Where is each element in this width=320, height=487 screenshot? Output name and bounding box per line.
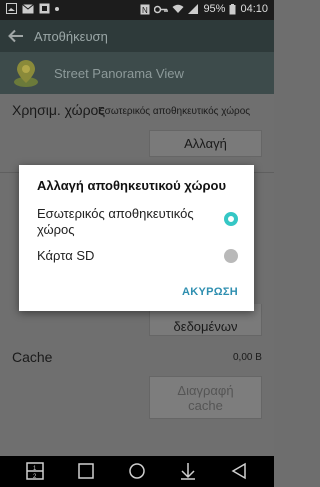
notification-dot-icon xyxy=(55,6,59,11)
battery-icon xyxy=(229,3,236,14)
cache-label: Cache xyxy=(12,349,53,365)
clear-data-button-label: δεδομένων xyxy=(173,319,238,334)
storage-used-label: Χρησιμ. χώρος xyxy=(12,102,106,118)
app-header: Street Panorama View xyxy=(0,52,274,94)
nfc-icon: N xyxy=(140,4,150,15)
gallery-icon xyxy=(6,3,17,14)
page-title: Αποθήκευση xyxy=(34,29,108,44)
radio-selected-icon[interactable] xyxy=(224,212,238,226)
wifi-icon xyxy=(172,4,184,13)
back-icon[interactable] xyxy=(230,462,248,480)
option-sd-card[interactable]: Κάρτα SD xyxy=(37,248,242,268)
recents-icon[interactable] xyxy=(77,462,95,480)
svg-text:N: N xyxy=(142,6,148,15)
app-bar: Αποθήκευση xyxy=(0,20,274,52)
cache-value: 0,00 B xyxy=(233,352,262,363)
option-sd-card-label: Κάρτα SD xyxy=(37,248,95,263)
signal-icon xyxy=(188,4,199,14)
key-icon xyxy=(154,5,169,13)
option-internal-storage[interactable]: Εσωτερικός αποθηκευτικός χώρος xyxy=(37,206,242,240)
change-storage-button[interactable]: Αλλαγή xyxy=(149,130,262,157)
clear-cache-button[interactable]: Διαγραφή cache xyxy=(149,376,262,419)
message-icon xyxy=(39,3,50,14)
radio-unselected-icon[interactable] xyxy=(224,249,238,263)
navigation-bar: 12 xyxy=(0,456,274,487)
change-storage-button-label: Αλλαγή xyxy=(184,136,227,151)
status-right-icons: N 95% 04:10 xyxy=(140,3,268,15)
dual-window-icon[interactable]: 12 xyxy=(26,462,44,480)
app-name: Street Panorama View xyxy=(54,66,184,81)
storage-used-value: Εσωτερικός αποθηκευτικός χώρος xyxy=(98,106,251,117)
change-storage-dialog: Αλλαγή αποθηκευτικού χώρου Εσωτερικός απ… xyxy=(19,165,254,311)
battery-percent: 95% xyxy=(203,3,226,15)
cancel-button[interactable]: ΑΚΥΡΩΣΗ xyxy=(182,286,238,298)
street-panorama-logo-icon xyxy=(14,60,38,87)
dialog-title: Αλλαγή αποθηκευτικού χώρου xyxy=(37,178,227,193)
arrow-left-icon[interactable] xyxy=(8,29,24,43)
status-left-icons xyxy=(6,3,59,14)
option-internal-storage-label: Εσωτερικός αποθηκευτικός χώρος xyxy=(37,206,194,237)
clear-cache-button-line1: Διαγραφή xyxy=(177,383,234,398)
home-icon[interactable] xyxy=(128,462,146,480)
notifications-down-icon[interactable] xyxy=(179,462,197,480)
mail-icon xyxy=(22,3,34,13)
clock: 04:10 xyxy=(240,3,268,15)
status-bar: N 95% 04:10 xyxy=(0,0,274,20)
clear-cache-button-line2: cache xyxy=(188,398,223,413)
